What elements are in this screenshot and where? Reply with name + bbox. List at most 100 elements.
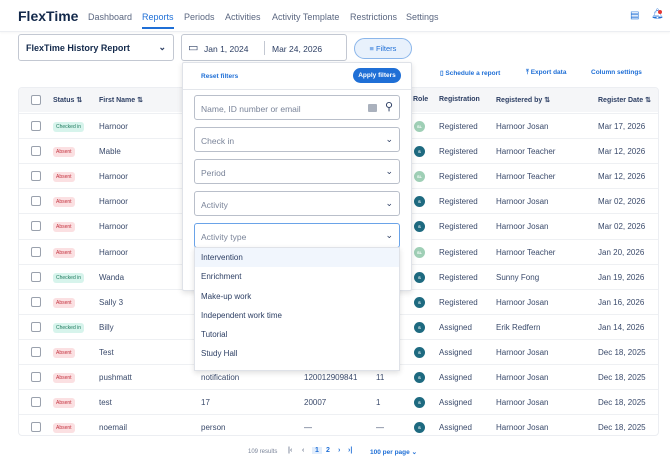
activity-type-option[interactable]: Make-up work (195, 287, 399, 306)
activity-label: Activity (201, 200, 228, 210)
status-badge: Absent (53, 398, 75, 409)
first-name: Billy (99, 322, 114, 332)
row-checkbox[interactable] (31, 246, 41, 257)
register-date: Jan 19, 2026 (598, 272, 645, 282)
last-page-icon[interactable]: ›| (348, 447, 352, 454)
registered-by: Harnoor Josan (496, 222, 549, 232)
row-checkbox[interactable] (31, 397, 41, 408)
date-range-picker[interactable]: ▭ Jan 1, 2024 Mar 24, 2026 (181, 34, 347, 61)
row-checkbox[interactable] (31, 271, 41, 282)
activity-type-option[interactable]: Intervention (195, 248, 399, 268)
row-checkbox[interactable] (31, 196, 41, 207)
registration: Assigned (439, 373, 472, 382)
date-to[interactable]: Mar 24, 2026 (272, 44, 322, 54)
id-number: — (304, 423, 312, 433)
register-date: Mar 12, 2026 (598, 147, 646, 157)
messages-icon[interactable]: ▤ (630, 10, 639, 21)
first-name: Harnoor (99, 172, 128, 182)
schedule-label: Schedule a report (445, 70, 501, 77)
registered-by: Harnoor Teacher (496, 147, 556, 157)
page-1[interactable]: 1 (312, 447, 322, 454)
per-page-label: 100 per page (370, 449, 410, 456)
row-checkbox[interactable] (31, 121, 41, 131)
col-status[interactable]: Status ⇅ (53, 96, 82, 104)
role-avatar: S (414, 422, 425, 434)
col-register-date[interactable]: Register Date ⇅ (598, 96, 651, 104)
nav-dashboard[interactable]: Dashboard (88, 12, 132, 22)
report-select[interactable]: FlexTime History Report ⌄ (18, 34, 174, 61)
col-status-label: Status (53, 97, 75, 104)
per-page-select[interactable]: 100 per page ⌄ (370, 448, 417, 456)
activity-type-option[interactable]: Tutorial (195, 325, 399, 344)
nav-activities[interactable]: Activities (225, 12, 261, 22)
register-date: Jan 20, 2026 (598, 247, 645, 257)
date-from[interactable]: Jan 1, 2024 (204, 44, 248, 54)
register-date: Dec 18, 2025 (598, 423, 646, 433)
row-checkbox[interactable] (31, 146, 41, 157)
activity-type-select[interactable]: Activity type ⌄ (194, 223, 400, 248)
reset-filters-button[interactable]: Reset filters (201, 73, 238, 80)
top-nav: FlexTime Dashboard Reports Periods Activiti… (0, 0, 670, 32)
status-badge: Absent (53, 373, 75, 383)
first-name: Harnoor (99, 222, 128, 232)
column-settings-button[interactable]: Column settings (591, 69, 642, 76)
activity-select[interactable]: Activity ⌄ (194, 191, 400, 216)
row-checkbox[interactable] (31, 321, 41, 332)
period-label: Period (201, 168, 226, 178)
sort-icon: ⇅ (544, 97, 551, 104)
role-avatar: SL (414, 246, 425, 258)
row-checkbox[interactable] (31, 221, 41, 232)
status-badge: Absent (53, 147, 75, 158)
table-row[interactable]: Absent noemail person — — S Assigned Harnoor Jo… (19, 414, 658, 435)
activity-type-label: Activity type (201, 232, 247, 242)
nav-periods[interactable]: Periods (184, 12, 215, 22)
registration: Assigned (439, 423, 472, 433)
row-checkbox[interactable] (31, 171, 41, 182)
nav-activity-template[interactable]: Activity Template (272, 12, 339, 22)
registered-by: Harnoor Josan (496, 197, 549, 207)
nav-restrictions[interactable]: Restrictions (350, 12, 397, 22)
nav-settings[interactable]: Settings (406, 12, 439, 22)
activity-type-option[interactable]: Independent work time (195, 306, 399, 325)
registered-by: Erik Redfern (496, 322, 541, 332)
filters-button[interactable]: ≡ Filters (354, 38, 412, 59)
register-date: Jan 14, 2026 (598, 322, 645, 332)
activity-type-option[interactable]: Study Hall (195, 344, 399, 363)
registered-by: Harnoor Josan (496, 373, 549, 382)
row-checkbox[interactable] (31, 296, 41, 307)
row-checkbox[interactable] (31, 346, 41, 357)
first-page-icon[interactable]: |‹ (288, 447, 292, 454)
first-name: Harnoor (99, 122, 128, 131)
table-row[interactable]: Absent test 17 20007 1 S Assigned Harnoor Josan… (19, 389, 658, 414)
nav-reports[interactable]: Reports (142, 12, 174, 29)
search-input[interactable]: Name, ID number or email ⚲ (194, 95, 400, 120)
row-checkbox[interactable] (31, 372, 41, 382)
apply-filters-button[interactable]: Apply filters (353, 68, 401, 83)
registration: Assigned (439, 347, 472, 357)
export-data-button[interactable]: ⤒ Export data (526, 69, 566, 77)
col-first-name[interactable]: First Name ⇅ (99, 96, 143, 104)
select-all-checkbox[interactable] (31, 95, 41, 105)
col-registered-by[interactable]: Registered by ⇅ (496, 96, 550, 104)
registration: Registered (439, 147, 478, 157)
report-select-value: FlexTime History Report (26, 43, 130, 53)
role-avatar: S (414, 372, 425, 383)
page-2[interactable]: 2 (326, 447, 330, 454)
activity-type-option[interactable]: Enrichment (195, 267, 399, 286)
registered-by: Harnoor Josan (496, 347, 549, 357)
first-name: Harnoor (99, 197, 128, 207)
row-checkbox[interactable] (31, 422, 41, 433)
first-name: Harnoor (99, 247, 128, 257)
register-date: Mar 02, 2026 (598, 197, 646, 207)
grade: — (376, 423, 384, 433)
check-in-select[interactable]: Check in ⌄ (194, 127, 400, 152)
role-avatar: SL (414, 121, 425, 132)
search-icon[interactable]: ⚲ (385, 100, 393, 113)
next-page-icon[interactable]: › (338, 447, 340, 454)
logo[interactable]: FlexTime (18, 8, 78, 24)
prev-page-icon[interactable]: ‹ (302, 447, 304, 454)
id-card-icon[interactable] (368, 104, 377, 112)
period-select[interactable]: Period ⌄ (194, 159, 400, 184)
schedule-report-button[interactable]: ▯ Schedule a report (440, 69, 500, 77)
calendar-icon: ▭ (188, 42, 199, 54)
